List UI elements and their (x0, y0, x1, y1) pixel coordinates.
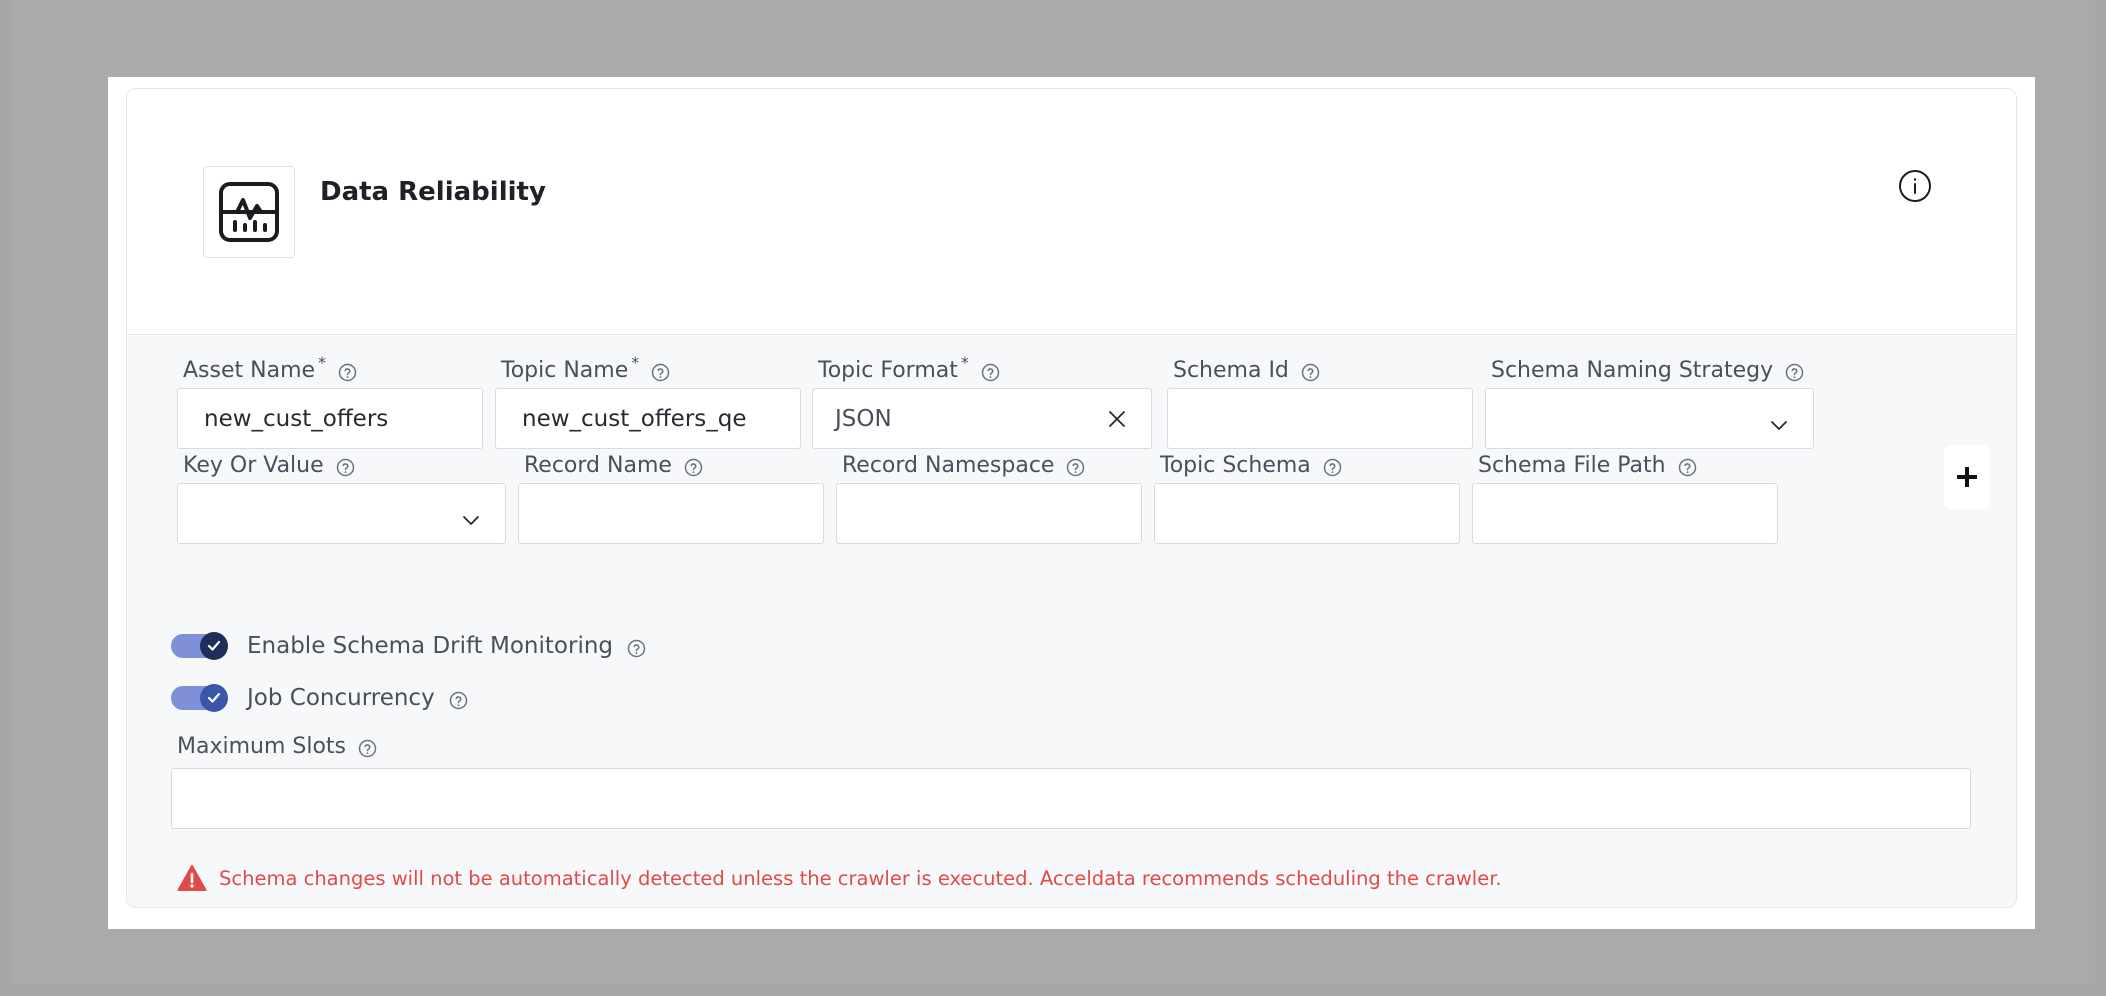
help-icon[interactable] (1323, 458, 1342, 477)
help-icon[interactable] (1066, 458, 1085, 477)
record-namespace-label: Record Namespace (842, 453, 1055, 478)
topic-format-select[interactable]: JSON (812, 388, 1152, 449)
info-circle-icon[interactable] (1898, 169, 1932, 203)
maximum-slots-input[interactable] (171, 768, 1971, 829)
schema-drift-toggle-row: Enable Schema Drift Monitoring (171, 632, 646, 660)
help-icon[interactable] (684, 458, 703, 477)
required-marker: * (631, 353, 640, 372)
help-icon[interactable] (651, 363, 670, 382)
plus-icon (1957, 467, 1977, 487)
record-name-label: Record Name (524, 453, 672, 478)
clear-icon[interactable] (1107, 409, 1127, 429)
key-or-value-label: Key Or Value (183, 453, 324, 478)
required-marker: * (318, 353, 327, 372)
warning-triangle-icon (177, 865, 207, 891)
data-reliability-card: Data Reliability Asset Name * new_cust_o… (126, 88, 2017, 908)
card-body: Asset Name * new_cust_offers Topic Name … (127, 336, 2016, 907)
chevron-down-icon (461, 507, 481, 525)
topic-schema-label: Topic Schema (1160, 453, 1311, 478)
schema-id-label: Schema Id (1173, 358, 1289, 383)
topic-name-label: Topic Name (501, 358, 629, 383)
help-icon[interactable] (449, 691, 468, 710)
help-icon[interactable] (358, 739, 377, 758)
maximum-slots-label: Maximum Slots (177, 734, 347, 759)
check-icon (200, 632, 228, 660)
help-icon[interactable] (338, 363, 357, 382)
help-icon[interactable] (1301, 363, 1320, 382)
help-icon[interactable] (1678, 458, 1697, 477)
topic-format-value: JSON (835, 405, 892, 432)
help-icon[interactable] (627, 639, 646, 658)
schema-drift-toggle[interactable] (171, 632, 228, 660)
job-concurrency-toggle-row: Job Concurrency (171, 684, 468, 712)
crawler-warning: Schema changes will not be automatically… (177, 864, 1502, 892)
required-marker: * (960, 353, 969, 372)
warning-text: Schema changes will not be automatically… (219, 866, 1502, 890)
topic-name-input[interactable]: new_cust_offers_qe (495, 388, 801, 449)
record-name-input[interactable] (518, 483, 824, 544)
schema-naming-strategy-select[interactable] (1485, 388, 1814, 449)
schema-id-input[interactable] (1167, 388, 1473, 449)
modal-dialog: Data Reliability Asset Name * new_cust_o… (108, 77, 2035, 929)
help-icon[interactable] (1785, 363, 1804, 382)
asset-name-input[interactable]: new_cust_offers (177, 388, 483, 449)
help-icon[interactable] (981, 363, 1000, 382)
job-concurrency-label: Job Concurrency (247, 685, 435, 711)
record-namespace-input[interactable] (836, 483, 1142, 544)
job-concurrency-toggle[interactable] (171, 684, 228, 712)
asset-name-label: Asset Name (183, 358, 316, 383)
help-icon[interactable] (336, 458, 355, 477)
schema-file-path-input[interactable] (1472, 483, 1778, 544)
monitor-chart-icon (203, 166, 295, 258)
topic-format-label: Topic Format (818, 358, 958, 383)
topic-schema-input[interactable] (1154, 483, 1460, 544)
chevron-down-icon (1769, 412, 1789, 430)
card-header: Data Reliability (127, 89, 2016, 335)
add-row-button[interactable] (1944, 445, 1990, 509)
key-or-value-select[interactable] (177, 483, 506, 544)
schema-naming-strategy-label: Schema Naming Strategy (1491, 358, 1774, 383)
schema-drift-label: Enable Schema Drift Monitoring (247, 633, 614, 659)
card-title: Data Reliability (320, 177, 546, 207)
schema-file-path-label: Schema File Path (1478, 453, 1666, 478)
check-icon (200, 684, 228, 712)
